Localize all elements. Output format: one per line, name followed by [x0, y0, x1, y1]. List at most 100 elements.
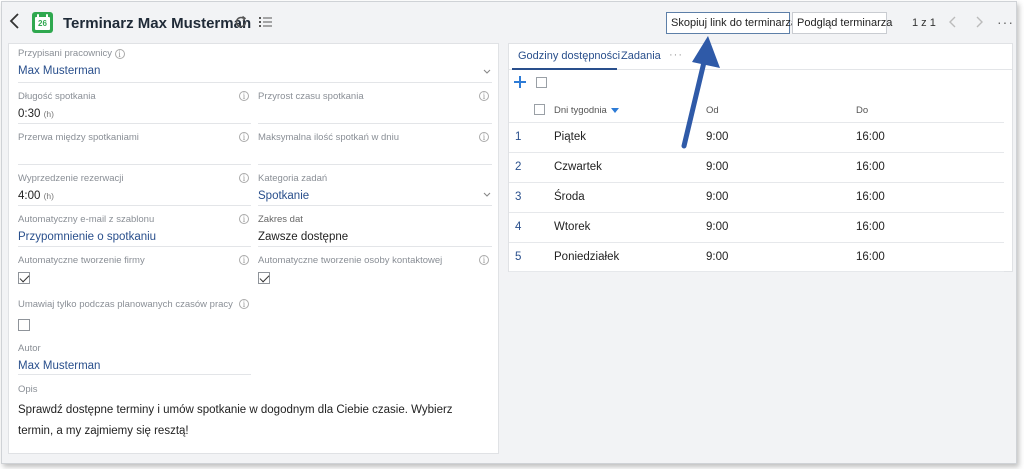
row-day: Piątek — [554, 131, 586, 143]
table-row[interactable]: 5 Poniedziałek 9:00 16:00 — [509, 242, 1004, 272]
auto-company-label: Automatyczne tworzenie firmy — [18, 255, 145, 266]
description-label: Opis — [18, 384, 38, 395]
date-range-label: Zakres dat — [258, 214, 303, 225]
row-number: 5 — [515, 251, 522, 263]
column-header-from[interactable]: Od — [706, 105, 719, 116]
tab-availability-hours[interactable]: Godziny dostępności — [518, 50, 620, 62]
employees-field[interactable]: Przypisani pracownicy i Max Musterman — [18, 48, 125, 77]
underline — [18, 246, 251, 247]
increment-field[interactable]: Przyrost czasu spotkania — [258, 91, 364, 108]
work-hours-only-field: Umawiaj tylko podczas planowanych czasów… — [18, 299, 233, 331]
date-range-field[interactable]: Zakres dat Zawsze dostępne — [258, 214, 348, 243]
description-label-wrap: Opis — [18, 384, 38, 395]
info-icon: i — [114, 49, 125, 59]
employees-value: Max Musterman — [18, 65, 101, 77]
info-icon: i — [239, 91, 249, 101]
select-all-checkbox[interactable] — [534, 104, 545, 115]
row-number: 4 — [515, 221, 522, 233]
auto-contact-checkbox[interactable] — [258, 272, 270, 284]
work-hours-only-label: Umawiaj tylko podczas planowanych czasów… — [18, 299, 233, 310]
row-to: 16:00 — [856, 161, 885, 173]
tabs-more-icon[interactable]: ··· — [669, 49, 683, 61]
column-header-day[interactable]: Dni tygodnia — [554, 105, 619, 116]
chevron-down-icon[interactable] — [483, 69, 491, 75]
back-arrow-icon[interactable] — [8, 11, 22, 31]
info-icon: i — [239, 255, 249, 265]
max-meetings-field[interactable]: Maksymalna ilość spotkań w dniu — [258, 132, 399, 149]
auto-contact-field: Automatyczne tworzenie osoby kontaktowej — [258, 255, 442, 284]
date-range-value: Zawsze dostępne — [258, 231, 349, 243]
max-meetings-label: Maksymalna ilość spotkań w dniu — [258, 132, 399, 143]
pager: 1 z 1 — [912, 17, 936, 29]
duration-value: 0:30 (h) — [18, 108, 54, 120]
column-header-to[interactable]: Do — [856, 105, 868, 116]
form-panel: Przypisani pracownicy i Max Musterman Dł… — [8, 43, 499, 454]
author-field[interactable]: Autor Max Musterman — [18, 343, 100, 372]
auto-company-checkbox[interactable] — [18, 272, 30, 284]
info-icon: i — [239, 299, 249, 309]
description-text[interactable]: Sprawdź dostępne terminy i umów spotkani… — [18, 400, 488, 442]
author-label: Autor — [18, 343, 41, 354]
row-number: 2 — [515, 161, 522, 173]
chevron-down-icon[interactable] — [483, 192, 491, 198]
row-to: 16:00 — [856, 191, 885, 203]
underline — [18, 123, 251, 124]
refresh-icon[interactable] — [234, 15, 248, 29]
row-day: Wtorek — [554, 221, 591, 233]
row-day: Środa — [554, 191, 585, 203]
auto-email-label: Automatyczny e-mail z szablonu — [18, 214, 155, 225]
info-icon: i — [479, 91, 489, 101]
previous-page-icon[interactable] — [948, 15, 958, 29]
table-row[interactable]: 1 Piątek 9:00 16:00 — [509, 122, 1004, 152]
author-value: Max Musterman — [18, 360, 101, 372]
preview-button[interactable]: Podgląd terminarza — [792, 12, 892, 34]
auto-email-value: Przypomnienie o spotkaniu — [18, 231, 157, 243]
underline — [18, 205, 251, 206]
row-to: 16:00 — [856, 221, 885, 233]
increment-label: Przyrost czasu spotkania — [258, 91, 364, 102]
underline — [18, 82, 492, 83]
task-category-field[interactable]: Kategoria zadań Spotkanie — [258, 173, 327, 202]
underline — [18, 164, 251, 165]
auto-company-field: Automatyczne tworzenie firmy — [18, 255, 145, 284]
auto-email-field[interactable]: Automatyczny e-mail z szablonu Przypomni… — [18, 214, 156, 243]
row-from: 9:00 — [706, 131, 729, 143]
window: 26 Terminarz Max Musterman Skopiuj link … — [1, 1, 1017, 464]
row-from: 9:00 — [706, 221, 729, 233]
toolbar-checkbox[interactable] — [536, 77, 547, 88]
row-day: Poniedziałek — [554, 251, 620, 263]
tab-bar: Godziny dostępności Zadania ··· — [509, 44, 1012, 70]
row-from: 9:00 — [706, 161, 729, 173]
next-page-icon[interactable] — [974, 15, 984, 29]
underline — [18, 374, 251, 375]
advance-value: 4:00 (h) — [18, 190, 54, 202]
page-title: Terminarz Max Musterman — [63, 15, 252, 32]
underline — [258, 205, 492, 206]
calendar-day: 26 — [35, 17, 50, 30]
table-row[interactable]: 4 Wtorek 9:00 16:00 — [509, 212, 1004, 242]
underline — [258, 123, 492, 124]
table-row[interactable]: 3 Środa 9:00 16:00 — [509, 182, 1004, 212]
work-hours-only-checkbox[interactable] — [18, 319, 30, 331]
sort-desc-icon — [610, 107, 619, 113]
table-row[interactable]: 2 Czwartek 9:00 16:00 — [509, 152, 1004, 182]
advance-field[interactable]: Wyprzedzenie rezerwacji 4:00 (h) — [18, 173, 124, 202]
info-icon: i — [239, 132, 249, 142]
add-icon[interactable] — [514, 76, 526, 88]
row-from: 9:00 — [706, 251, 729, 263]
underline — [258, 164, 492, 165]
tab-tasks[interactable]: Zadania — [621, 50, 661, 62]
list-icon[interactable] — [259, 16, 272, 28]
duration-field[interactable]: Długość spotkania 0:30 (h) — [18, 91, 96, 120]
copy-link-button[interactable]: Skopiuj link do terminarza — [666, 12, 797, 34]
header: 26 Terminarz Max Musterman Skopiuj link … — [2, 2, 1016, 40]
break-field[interactable]: Przerwa między spotkaniami — [18, 132, 139, 149]
more-options-icon[interactable]: ··· — [997, 14, 1014, 30]
active-tab-indicator — [512, 68, 617, 70]
task-category-value: Spotkanie — [258, 190, 310, 202]
row-day: Czwartek — [554, 161, 602, 173]
row-to: 16:00 — [856, 251, 885, 263]
underline — [258, 246, 492, 247]
info-icon: i — [239, 173, 249, 183]
row-to: 16:00 — [856, 131, 885, 143]
